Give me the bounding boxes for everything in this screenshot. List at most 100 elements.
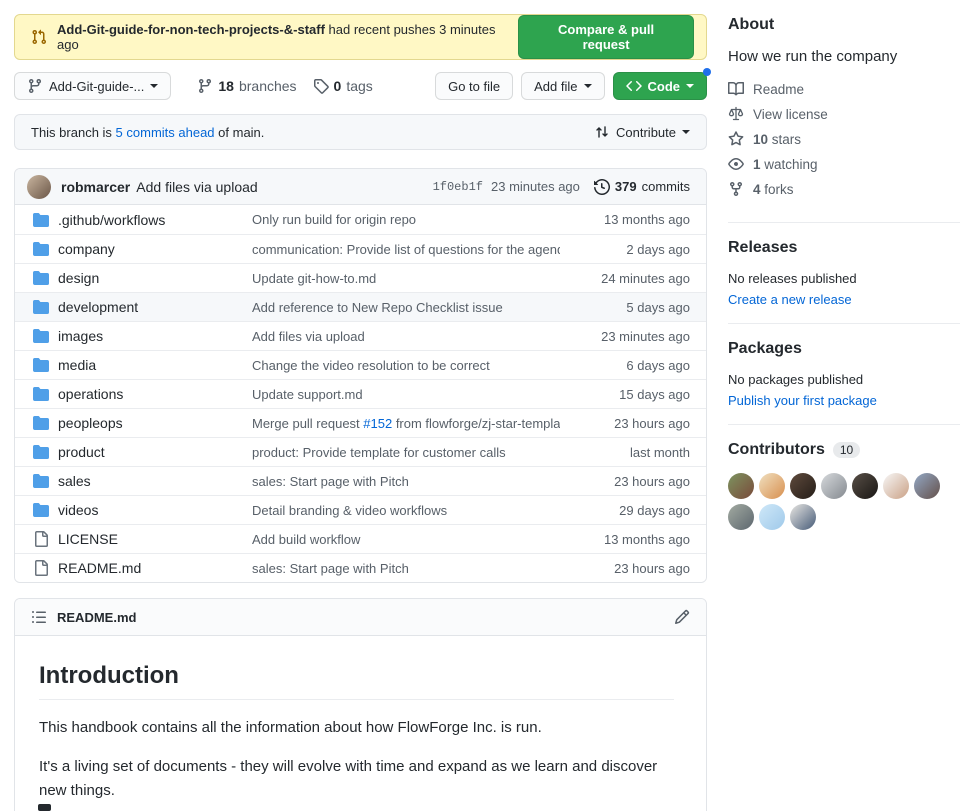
file-row[interactable]: README.md sales: Start page with Pitch 2… bbox=[15, 553, 706, 582]
file-name[interactable]: sales bbox=[58, 473, 252, 489]
folder-icon bbox=[33, 444, 49, 460]
create-release-link[interactable]: Create a new release bbox=[728, 292, 852, 307]
file-row[interactable]: LICENSE Add build workflow 13 months ago bbox=[15, 524, 706, 553]
file-name[interactable]: LICENSE bbox=[58, 531, 252, 547]
file-name[interactable]: design bbox=[58, 270, 252, 286]
commit-time: 23 hours ago bbox=[560, 474, 690, 489]
commit-message[interactable]: sales: Start page with Pitch bbox=[252, 474, 560, 489]
contributors-section: Contributors 10 bbox=[728, 424, 960, 551]
file-name[interactable]: videos bbox=[58, 502, 252, 518]
pencil-icon[interactable] bbox=[674, 609, 690, 625]
compare-pull-request-button[interactable]: Compare & pull request bbox=[518, 15, 694, 59]
eye-icon bbox=[728, 156, 744, 172]
commit-message[interactable]: Merge pull request #152 from flowforge/z… bbox=[252, 416, 560, 431]
add-file-button[interactable]: Add file bbox=[521, 72, 604, 100]
commit-time: 24 minutes ago bbox=[560, 271, 690, 286]
contributors-title[interactable]: Contributors bbox=[728, 441, 825, 459]
sidebar-item-readme[interactable]: Readme bbox=[728, 81, 960, 97]
commits-history-link[interactable]: 379 commits bbox=[594, 179, 690, 195]
sidebar-item-watching[interactable]: 1 watching bbox=[728, 156, 960, 172]
contributor-avatar[interactable] bbox=[728, 504, 754, 530]
packages-empty-text: No packages published bbox=[728, 372, 960, 387]
file-name[interactable]: images bbox=[58, 328, 252, 344]
file-name[interactable]: peopleops bbox=[58, 415, 252, 431]
contributor-avatar[interactable] bbox=[914, 473, 940, 499]
packages-title[interactable]: Packages bbox=[728, 340, 960, 358]
file-row[interactable]: sales sales: Start page with Pitch 23 ho… bbox=[15, 466, 706, 495]
file-row[interactable]: .github/workflows Only run build for ori… bbox=[15, 205, 706, 234]
contributor-avatar[interactable] bbox=[883, 473, 909, 499]
tags-count[interactable]: 0 tags bbox=[313, 78, 373, 94]
commit-message[interactable]: Add reference to New Repo Checklist issu… bbox=[252, 300, 560, 315]
about-title: About bbox=[728, 16, 960, 34]
folder-icon bbox=[33, 502, 49, 518]
file-row[interactable]: images Add files via upload 23 minutes a… bbox=[15, 321, 706, 350]
branch-selector-label: Add-Git-guide-... bbox=[49, 79, 144, 94]
contributor-avatar[interactable] bbox=[728, 473, 754, 499]
file-row[interactable]: development Add reference to New Repo Ch… bbox=[15, 292, 706, 321]
commit-message[interactable]: sales: Start page with Pitch bbox=[252, 561, 560, 576]
commit-message[interactable]: Only run build for origin repo bbox=[252, 212, 560, 227]
contributor-avatar[interactable] bbox=[852, 473, 878, 499]
readme-header: README.md bbox=[15, 599, 706, 636]
file-icon bbox=[33, 531, 49, 547]
commit-message[interactable]: Detail branding & video workflows bbox=[252, 503, 560, 518]
latest-commit-bar: robmarcer Add files via upload 1f0eb1f 2… bbox=[15, 169, 706, 205]
file-row[interactable]: videos Detail branding & video workflows… bbox=[15, 495, 706, 524]
file-name[interactable]: .github/workflows bbox=[58, 212, 252, 228]
chevron-down-icon bbox=[150, 84, 158, 88]
file-row[interactable]: peopleops Merge pull request #152 from f… bbox=[15, 408, 706, 437]
code-button[interactable]: Code bbox=[613, 72, 708, 100]
commit-message[interactable]: Update support.md bbox=[252, 387, 560, 402]
contributor-avatar[interactable] bbox=[790, 504, 816, 530]
contributor-avatar[interactable] bbox=[790, 473, 816, 499]
publish-package-link[interactable]: Publish your first package bbox=[728, 393, 877, 408]
file-name[interactable]: product bbox=[58, 444, 252, 460]
commit-message[interactable]: product: Provide template for customer c… bbox=[252, 445, 560, 460]
file-row[interactable]: media Change the video resolution to be … bbox=[15, 350, 706, 379]
avatar[interactable] bbox=[27, 175, 51, 199]
contribute-button[interactable]: Contribute bbox=[594, 124, 690, 140]
file-row[interactable]: product product: Provide template for cu… bbox=[15, 437, 706, 466]
commit-sha[interactable]: 1f0eb1f bbox=[433, 180, 483, 194]
contributor-avatar[interactable] bbox=[759, 504, 785, 530]
folder-icon bbox=[33, 386, 49, 402]
sidebar-item-stars[interactable]: 10 stars bbox=[728, 131, 960, 147]
sidebar-item-license[interactable]: View license bbox=[728, 106, 960, 122]
readme-filename[interactable]: README.md bbox=[57, 610, 136, 625]
commit-time: last month bbox=[560, 445, 690, 460]
chevron-down-icon bbox=[686, 84, 694, 88]
commit-message[interactable]: Update git-how-to.md bbox=[252, 271, 560, 286]
pr-number-link[interactable]: #152 bbox=[363, 416, 392, 431]
file-name[interactable]: operations bbox=[58, 386, 252, 402]
commit-author[interactable]: robmarcer bbox=[61, 179, 130, 195]
folder-icon bbox=[33, 241, 49, 257]
file-row[interactable]: company communication: Provide list of q… bbox=[15, 234, 706, 263]
file-row[interactable]: operations Update support.md 15 days ago bbox=[15, 379, 706, 408]
file-name[interactable]: media bbox=[58, 357, 252, 373]
commit-message[interactable]: Change the video resolution to be correc… bbox=[252, 358, 560, 373]
commit-message[interactable]: Add files via upload bbox=[252, 329, 560, 344]
file-rows: .github/workflows Only run build for ori… bbox=[15, 205, 706, 582]
commit-message[interactable]: communication: Provide list of questions… bbox=[252, 242, 560, 257]
branches-count[interactable]: 18 branches bbox=[197, 78, 296, 94]
branch-status-text: This branch is 5 commits ahead of main. bbox=[31, 125, 264, 140]
releases-title[interactable]: Releases bbox=[728, 239, 960, 257]
commits-ahead-link[interactable]: 5 commits ahead bbox=[116, 125, 215, 140]
branch-selector-button[interactable]: Add-Git-guide-... bbox=[14, 72, 171, 100]
commit-message[interactable]: Add build workflow bbox=[252, 532, 560, 547]
file-name[interactable]: company bbox=[58, 241, 252, 257]
commit-message[interactable]: Add files via upload bbox=[136, 179, 257, 195]
file-name[interactable]: README.md bbox=[58, 560, 252, 576]
folder-icon bbox=[33, 328, 49, 344]
contributor-avatar[interactable] bbox=[759, 473, 785, 499]
go-to-file-button[interactable]: Go to file bbox=[435, 72, 513, 100]
file-row[interactable]: design Update git-how-to.md 24 minutes a… bbox=[15, 263, 706, 292]
readme-heading: Introduction bbox=[39, 662, 674, 700]
commit-time: 23 minutes ago bbox=[491, 179, 580, 194]
packages-section: Packages No packages published Publish y… bbox=[728, 323, 960, 424]
list-icon[interactable] bbox=[31, 609, 47, 625]
sidebar-item-forks[interactable]: 4 forks bbox=[728, 181, 960, 197]
contributor-avatar[interactable] bbox=[821, 473, 847, 499]
file-name[interactable]: development bbox=[58, 299, 252, 315]
